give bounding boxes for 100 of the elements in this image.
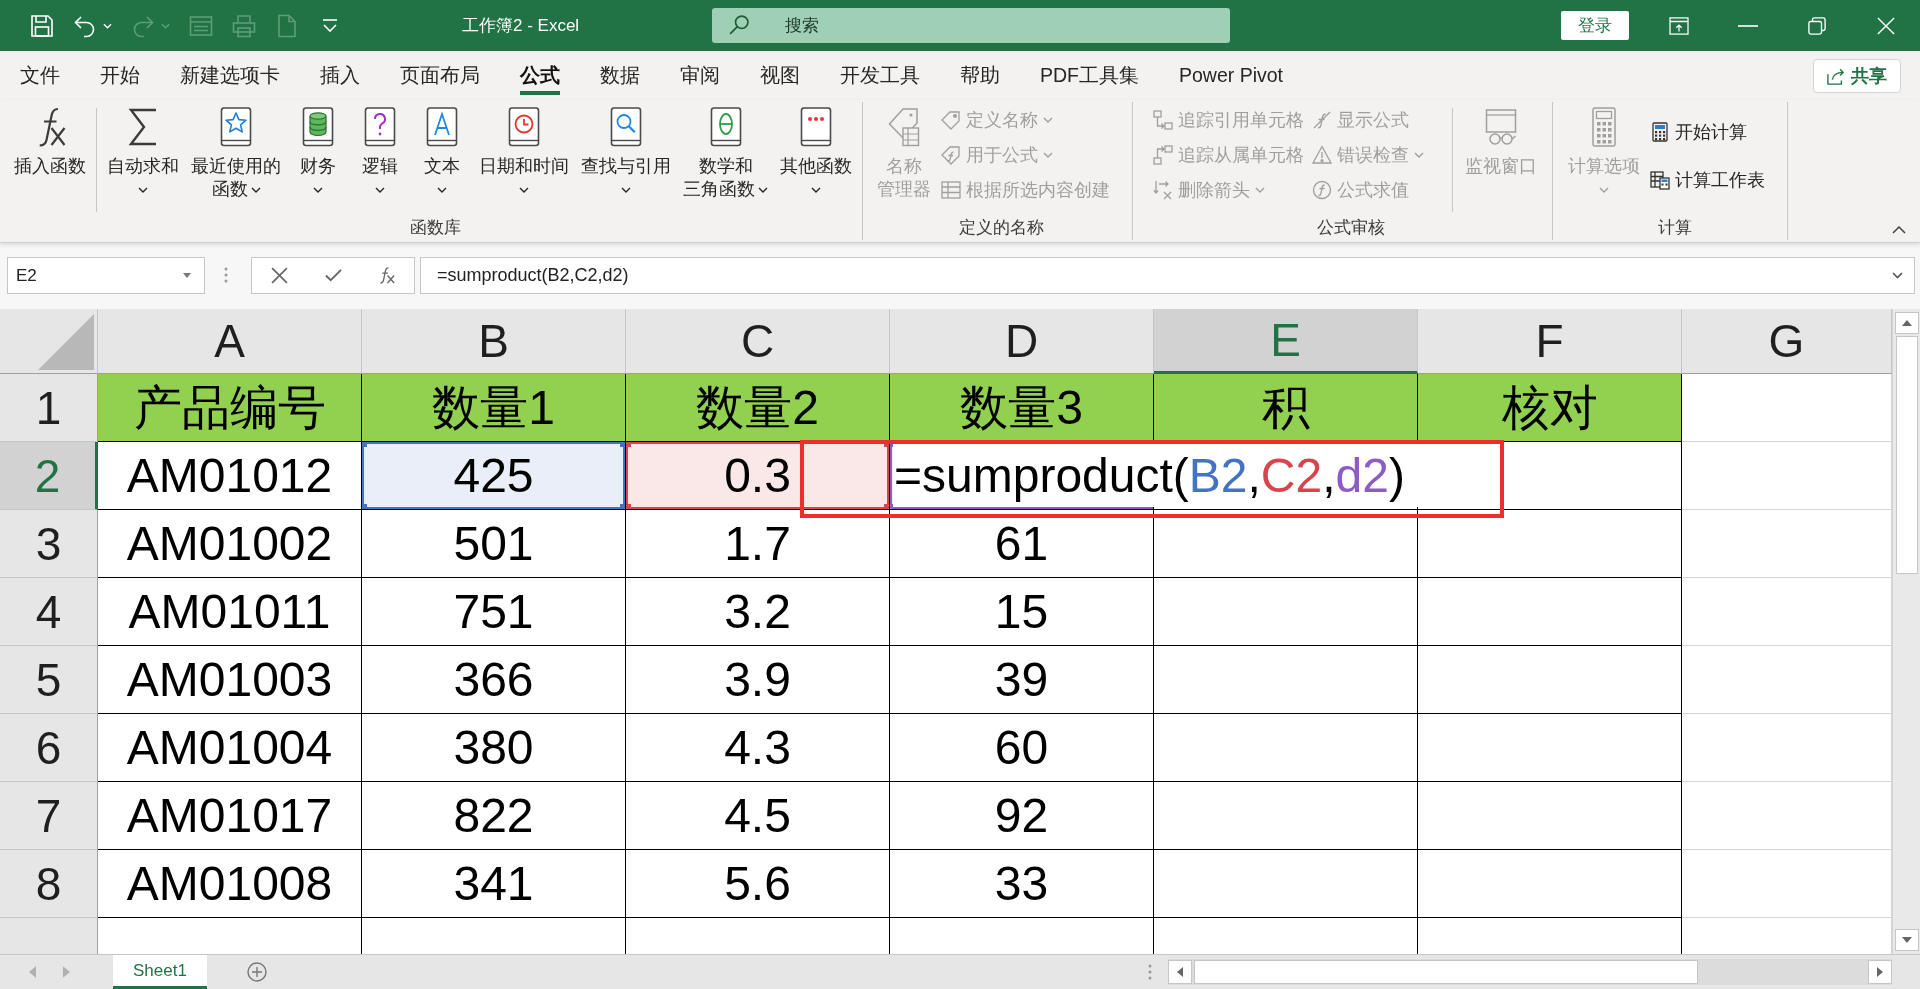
triangle-down-icon (1901, 937, 1912, 943)
scrollbar-thumb[interactable] (1895, 336, 1918, 574)
ribbon-button[interactable]: 自动求和 (101, 102, 185, 201)
formula-field[interactable]: =sumproduct(B2,C2,d2) (420, 257, 1915, 294)
sigma-icon (127, 107, 159, 147)
search-field[interactable]: 搜索 (712, 8, 1230, 43)
coin-stack-book-icon (302, 107, 334, 147)
toolbar-button[interactable] (73, 13, 112, 38)
column-header[interactable]: A (98, 309, 362, 374)
ribbon-button[interactable]: 财务 (287, 102, 349, 201)
column-header[interactable]: E (1154, 309, 1418, 374)
ribbon-tab[interactable]: 开发工具 (820, 51, 940, 100)
row-header[interactable]: 3 (0, 510, 98, 578)
scroll-down-button[interactable] (1894, 929, 1919, 951)
ribbon-button[interactable]: 数学和 三角函数 (677, 102, 774, 201)
scrollbar-thumb[interactable] (1194, 960, 1698, 984)
ribbon-tab[interactable]: 审阅 (660, 51, 740, 100)
triangle-right-icon (1877, 967, 1883, 977)
plus-circle-icon[interactable] (246, 962, 267, 982)
vertical-scrollbar[interactable] (1892, 309, 1920, 954)
tag-table-icon (888, 107, 920, 147)
cell-text: AM01012 (126, 451, 333, 500)
calculator-icon (1650, 121, 1670, 142)
header-cell: 产品编号 (98, 374, 362, 442)
triangle-left-icon (1177, 967, 1183, 977)
toolbar-button[interactable] (30, 13, 54, 38)
close-icon[interactable] (1875, 16, 1896, 35)
header-cell: 积 (1154, 374, 1418, 442)
cell-text: 60 (994, 723, 1049, 772)
horizontal-scrollbar[interactable] (1168, 959, 1892, 985)
ribbon-tab[interactable]: 插入 (300, 51, 380, 100)
sheet-tab[interactable]: Sheet1 (113, 955, 207, 989)
cell-text: AM01003 (126, 655, 333, 704)
row-header[interactable]: 2 (0, 442, 98, 510)
ribbon-tab[interactable]: 文件 (0, 51, 80, 100)
caret-up-icon[interactable] (1892, 226, 1906, 234)
restore-icon[interactable] (1806, 16, 1827, 35)
ribbon-tab[interactable]: Power Pivot (1159, 51, 1304, 100)
cell-text: 92 (994, 791, 1049, 840)
column-header[interactable]: D (890, 309, 1154, 374)
ribbon-tab[interactable]: 视图 (740, 51, 820, 100)
ribbon-button[interactable]: 最近使用的 函数 (185, 102, 287, 201)
row-header[interactable]: 7 (0, 782, 98, 850)
ribbon-tab[interactable]: 开始 (80, 51, 160, 100)
triangle-icon (38, 314, 94, 370)
minimize-icon[interactable] (1737, 24, 1758, 27)
ribbon-button[interactable]: 日期和时间 (473, 102, 575, 201)
name-box[interactable]: E2 (7, 257, 205, 294)
printer-icon (232, 13, 256, 38)
caret-icon[interactable] (183, 273, 191, 278)
drag-handle-icon[interactable] (224, 267, 228, 283)
share-button[interactable]: 共享 (1813, 58, 1901, 93)
ribbon-button[interactable]: 其他函数 (774, 102, 858, 201)
window-title: 工作簿2 - Excel (462, 15, 581, 37)
ribbon-button[interactable]: 查找与引用 (575, 102, 677, 201)
ribbon-tab[interactable]: 帮助 (940, 51, 1020, 100)
ribbon-button[interactable]: 开始计算 (1646, 114, 1769, 149)
redo-icon (131, 13, 155, 38)
drag-handle-icon[interactable] (1148, 964, 1152, 980)
ribbon-button[interactable]: 插入函数 (8, 102, 92, 178)
column-header[interactable]: F (1418, 309, 1682, 374)
row-header[interactable]: 1 (0, 374, 98, 442)
row-header[interactable]: 6 (0, 714, 98, 782)
cell-text: AM01017 (126, 791, 333, 840)
ribbon-display-icon[interactable] (1668, 16, 1689, 35)
cross-icon[interactable] (270, 267, 288, 284)
caret-icon[interactable] (1892, 272, 1903, 279)
row-header[interactable]: 5 (0, 646, 98, 714)
ribbon-tab[interactable]: 公式 (500, 51, 580, 100)
scroll-right-button[interactable] (1868, 960, 1892, 984)
scroll-up-button[interactable] (1894, 312, 1919, 334)
cell-text: 39 (994, 655, 1049, 704)
ribbon-button[interactable]: 计算工作表 (1646, 162, 1769, 197)
cell-text: 4.5 (724, 791, 791, 840)
cell-text: AM01011 (128, 587, 331, 636)
group-label: 公式审核 (1315, 217, 1386, 239)
ribbon-button[interactable]: 逻辑 (349, 102, 411, 201)
column-header[interactable]: B (362, 309, 626, 374)
share-icon (1827, 66, 1845, 85)
cell-text: 33 (994, 859, 1049, 908)
triangle-up-icon (1901, 320, 1912, 326)
column-header[interactable]: G (1682, 309, 1892, 374)
ribbon-tab[interactable]: 新建选项卡 (160, 51, 300, 100)
window-glasses-icon (1485, 107, 1517, 147)
function-icon[interactable] (378, 267, 396, 284)
cell-edit-text[interactable]: =sumproduct(B2,C2,d2) (893, 444, 1418, 507)
ribbon-tab[interactable]: PDF工具集 (1020, 51, 1159, 100)
scroll-left-button[interactable] (1168, 960, 1192, 984)
ribbon-tab[interactable]: 页面布局 (380, 51, 500, 100)
document-icon (275, 13, 299, 38)
check-icon[interactable] (324, 267, 342, 284)
login-button[interactable]: 登录 (1561, 11, 1629, 40)
column-header[interactable]: C (626, 309, 890, 374)
row-header[interactable]: 4 (0, 578, 98, 646)
row-header[interactable]: 8 (0, 850, 98, 918)
cell-text: 5.6 (724, 859, 791, 908)
arrow-remove-icon (1153, 179, 1173, 200)
header-cell: 核对 (1418, 374, 1682, 442)
ribbon-tab[interactable]: 数据 (580, 51, 660, 100)
ribbon-button[interactable]: 文本 (411, 102, 473, 201)
